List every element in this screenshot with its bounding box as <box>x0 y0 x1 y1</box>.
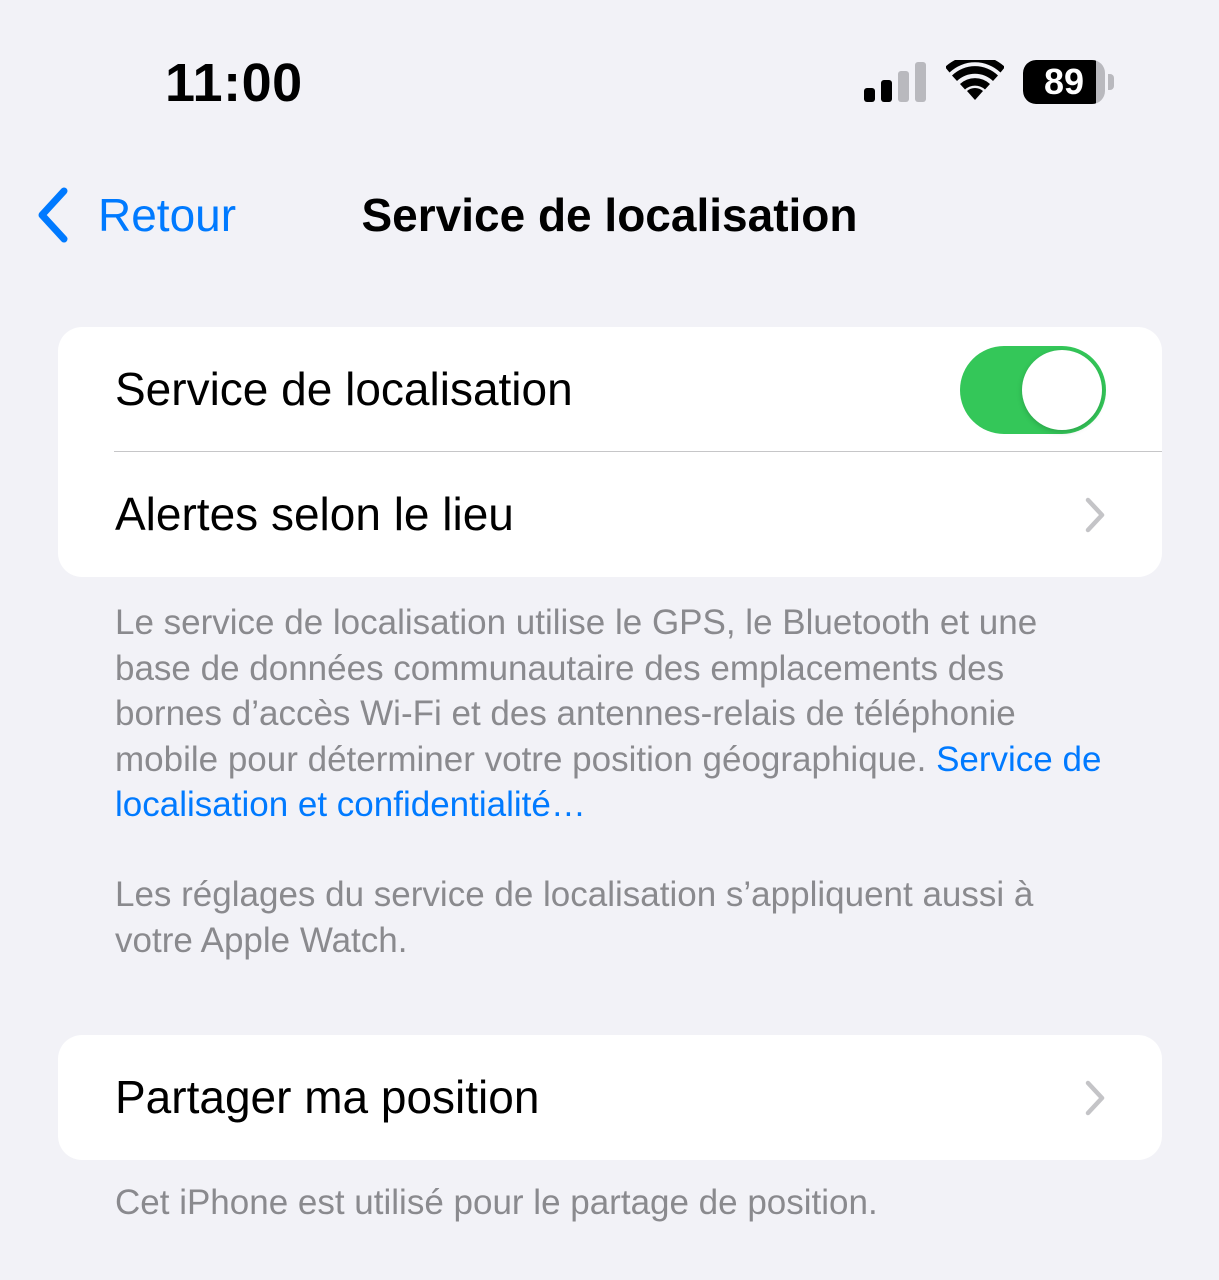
battery-level: 89 <box>1043 61 1085 102</box>
row-label-location-alerts: Alertes selon le lieu <box>115 488 514 540</box>
battery-icon: 89 <box>1023 60 1115 104</box>
row-share-location[interactable]: Partager ma position <box>58 1035 1162 1160</box>
row-label-location-service: Service de localisation <box>115 363 573 415</box>
wifi-icon <box>946 60 1004 100</box>
chevron-right-icon <box>1085 1080 1105 1116</box>
cellular-signal-icon <box>864 62 926 102</box>
description-text: Le service de localisation utilise le GP… <box>115 603 1038 779</box>
settings-group-location: Service de localisation Alertes selon le… <box>58 327 1162 577</box>
location-service-description: Le service de localisation utilise le GP… <box>115 600 1115 828</box>
settings-group-share: Partager ma position <box>58 1035 1162 1160</box>
chevron-right-icon <box>1085 497 1105 533</box>
status-bar: 11:00 89 <box>0 0 1219 140</box>
toggle-knob <box>1022 350 1102 430</box>
location-service-toggle[interactable] <box>960 346 1106 434</box>
page-title: Service de localisation <box>361 189 858 241</box>
row-location-alerts[interactable]: Alertes selon le lieu <box>58 452 1162 577</box>
share-location-note: Cet iPhone est utilisé pour le partage d… <box>115 1183 878 1222</box>
row-location-service: Service de localisation <box>58 327 1162 452</box>
row-label-share-location: Partager ma position <box>115 1071 540 1123</box>
apple-watch-note: Les réglages du service de localisation … <box>115 875 1034 960</box>
status-time: 11:00 <box>165 53 303 113</box>
